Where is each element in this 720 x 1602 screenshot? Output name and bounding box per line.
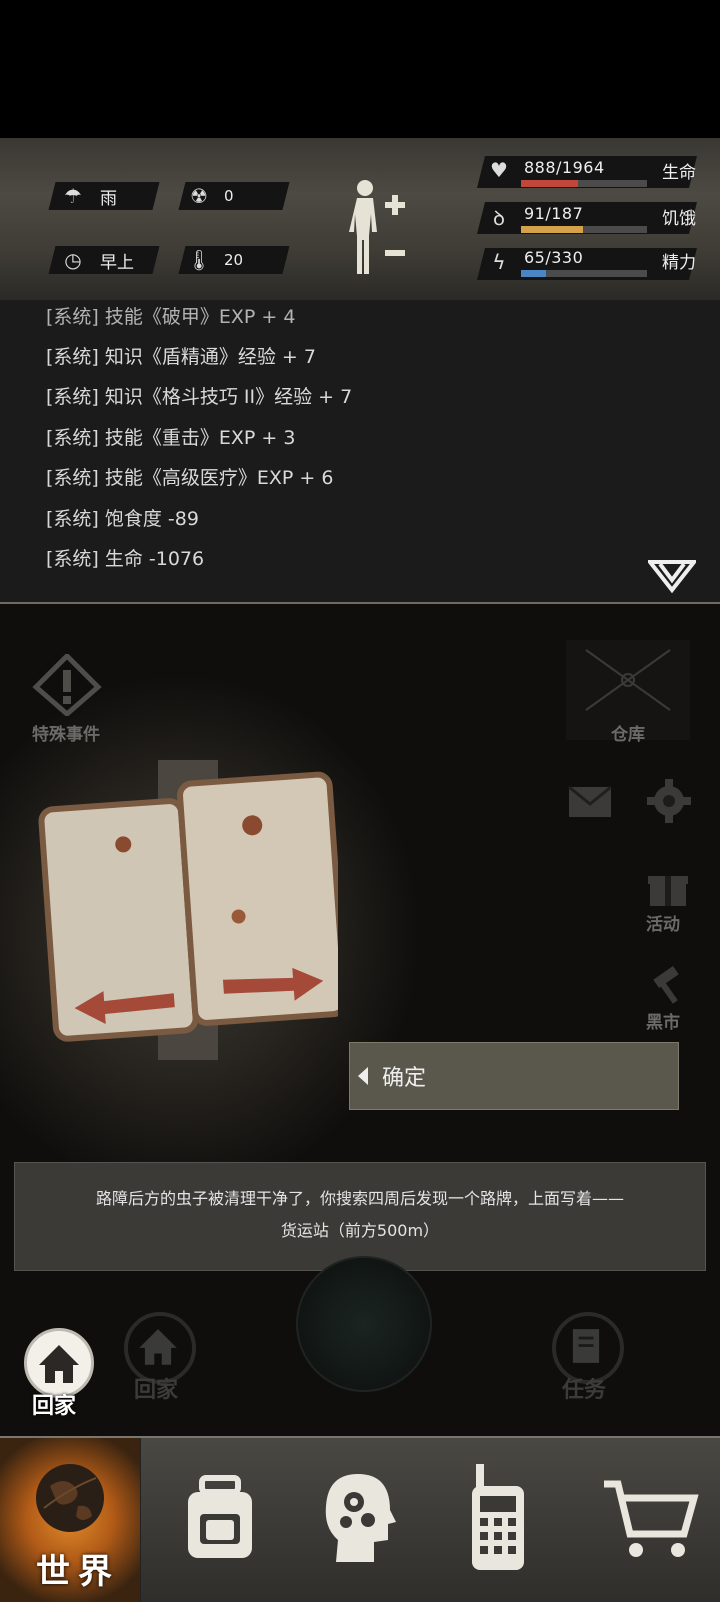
envelope-icon xyxy=(568,785,612,817)
hunger-label: 饥饿 xyxy=(662,209,696,229)
gift-box-icon xyxy=(648,876,688,906)
shopping-cart-icon xyxy=(604,1480,699,1557)
heart-icon: ♥ xyxy=(490,158,508,182)
task-label: 任务 xyxy=(562,1378,607,1403)
storage-button[interactable]: 仓库 xyxy=(566,640,690,745)
hunger-value: 91/187 xyxy=(524,204,584,223)
confirm-label: 确定 xyxy=(382,1066,427,1091)
home-label-active: 回家 xyxy=(32,1394,77,1419)
special-event-button[interactable]: 特殊事件 xyxy=(32,652,102,745)
house-icon xyxy=(39,1345,79,1383)
radiation-value: 0 xyxy=(224,187,234,205)
status-hud: ☂ 雨 ☢ 0 ◷ 早上 🌡 20 ♥ 888/1964 生命 ꝺ 91/187… xyxy=(0,138,720,302)
log-line: [系统] 知识《盾精通》经验 + 7 xyxy=(46,346,316,368)
log-line: [系统] 知识《格斗技巧 II》经验 + 7 xyxy=(46,386,353,408)
storage-map-icon xyxy=(585,649,671,711)
body-figure-icon xyxy=(349,180,405,274)
radiation-icon: ☢ xyxy=(190,184,208,208)
mail-button[interactable] xyxy=(568,785,612,818)
backpack-icon xyxy=(188,1475,252,1558)
brain-energy-icon: ϟ xyxy=(492,250,506,274)
gear-icon xyxy=(647,779,691,823)
stomach-icon: ꝺ xyxy=(493,206,505,230)
black-market-button[interactable]: 黑市 xyxy=(646,964,696,1034)
health-value: 888/1964 xyxy=(524,158,605,177)
road-sign-illustration xyxy=(38,760,338,1060)
house-icon xyxy=(139,1329,177,1365)
hunger-bar-fill xyxy=(521,226,583,233)
log-expand-button[interactable] xyxy=(645,560,699,598)
log-line: [系统] 技能《重击》EXP + 3 xyxy=(46,427,296,449)
nav-backpack-tab[interactable] xyxy=(150,1438,290,1602)
health-bar-fill xyxy=(521,180,578,187)
task-clipboard-icon xyxy=(572,1329,600,1363)
body-status-button[interactable] xyxy=(345,178,415,278)
log-line: [系统] 生命 -1076 xyxy=(46,548,205,570)
black-market-label: 黑市 xyxy=(646,1013,680,1033)
health-bar xyxy=(521,180,647,187)
gavel-icon xyxy=(653,966,679,1004)
energy-bar-fill xyxy=(521,270,547,277)
bottom-nav: 世界 xyxy=(0,1436,720,1602)
energy-value: 65/330 xyxy=(524,248,584,267)
energy-label: 精力 xyxy=(662,253,696,273)
nav-shop-tab[interactable] xyxy=(580,1438,720,1602)
activity-label: 活动 xyxy=(646,915,680,935)
walkie-talkie-icon xyxy=(472,1464,524,1570)
double-chevron-down-icon xyxy=(645,560,699,594)
hunger-bar xyxy=(521,226,647,233)
nav-world-tab[interactable]: 世界 xyxy=(0,1438,141,1602)
clock-icon: ◷ xyxy=(64,248,82,272)
special-event-label: 特殊事件 xyxy=(32,725,100,745)
log-line: [系统] 技能《破甲》EXP + 4 xyxy=(46,306,296,328)
rain-cloud-icon: ☂ xyxy=(64,184,82,208)
settings-button[interactable] xyxy=(646,778,692,824)
head-gears-icon xyxy=(325,1474,396,1562)
temperature-value: 20 xyxy=(224,251,244,269)
log-line: [系统] 饱食度 -89 xyxy=(46,508,199,530)
energy-bar xyxy=(521,270,647,277)
storage-label: 仓库 xyxy=(611,725,645,745)
left-arrow-icon xyxy=(358,1067,368,1085)
globe-icon xyxy=(36,1464,104,1532)
activity-button[interactable]: 活动 xyxy=(646,868,696,938)
nav-skills-tab[interactable] xyxy=(290,1438,430,1602)
event-message-box: 路障后方的虫子被清理干净了，你搜索四周后发现一个路牌，上面写着—— 货运站（前方… xyxy=(14,1162,706,1271)
thermometer-icon: 🌡 xyxy=(186,248,212,272)
system-log[interactable]: [系统] 技能《破甲》EXP + 4 [系统] 知识《盾精通》经验 + 7 [系… xyxy=(0,300,720,604)
time-of-day-value: 早上 xyxy=(100,252,134,273)
nav-radio-tab[interactable] xyxy=(430,1438,570,1602)
log-line: [系统] 技能《高级医疗》EXP + 6 xyxy=(46,467,334,489)
warning-diamond-icon xyxy=(32,652,102,718)
weather-value: 雨 xyxy=(100,188,117,209)
message-line-1: 路障后方的虫子被清理干净了，你搜索四周后发现一个路牌，上面写着—— xyxy=(95,1189,624,1208)
radar-dial[interactable] xyxy=(296,1256,432,1392)
health-label: 生命 xyxy=(662,163,696,183)
confirm-button[interactable]: 确定 xyxy=(349,1042,679,1110)
message-line-2: 货运站（前方500m） xyxy=(280,1221,440,1240)
home-label-dim: 回家 xyxy=(134,1378,179,1403)
nav-world-label: 世界 xyxy=(36,1552,120,1592)
